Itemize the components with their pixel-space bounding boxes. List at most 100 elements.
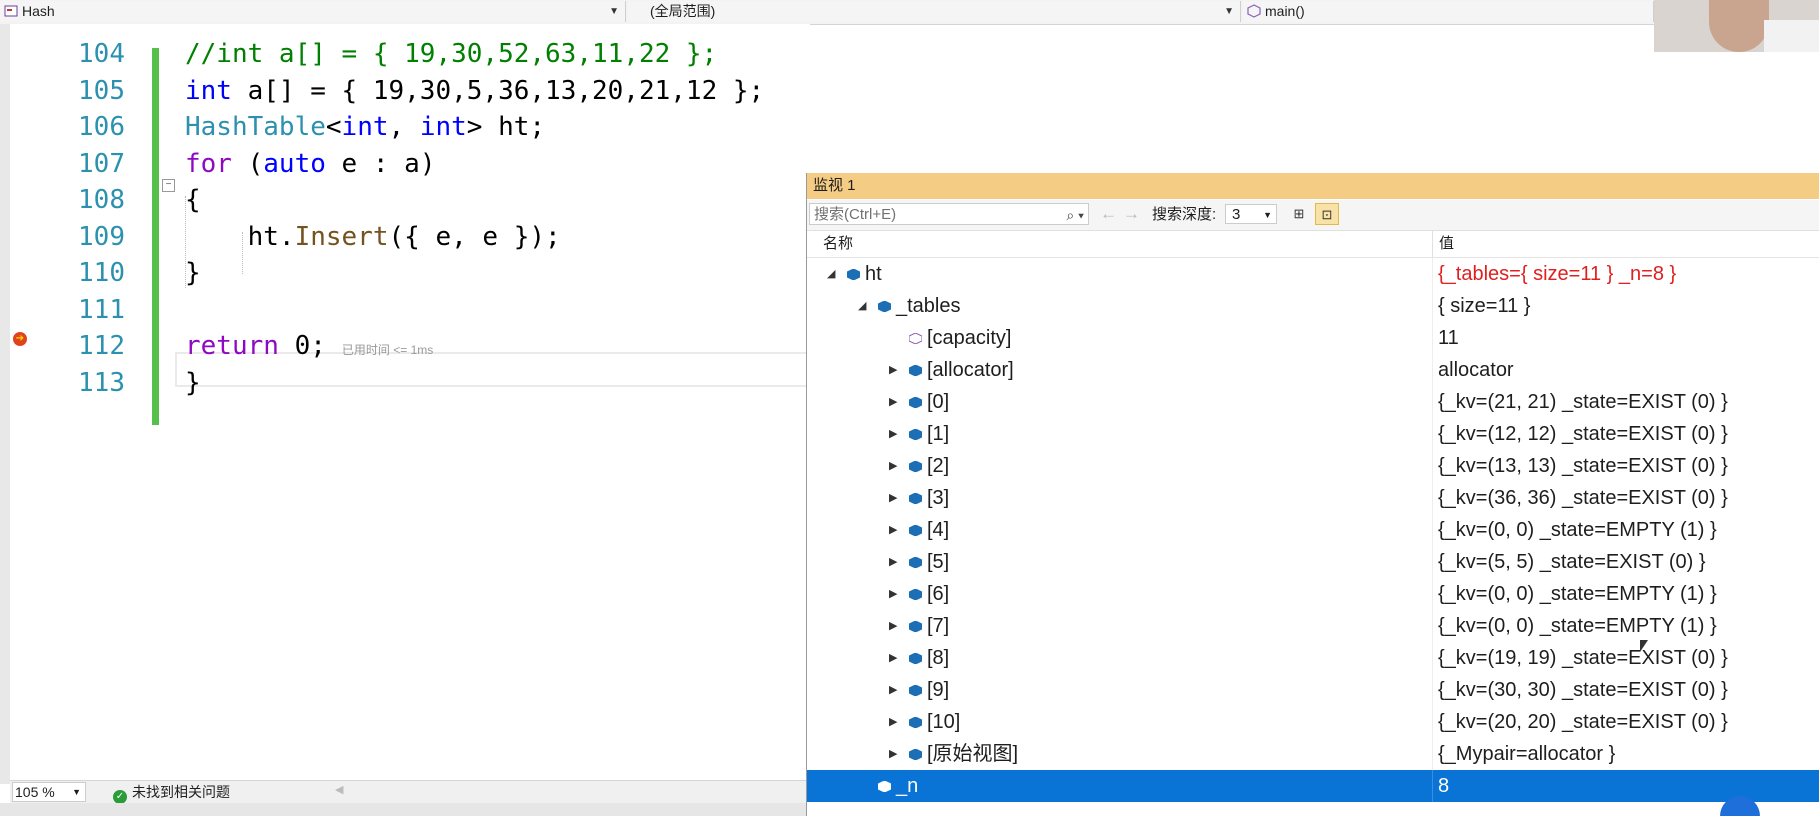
watch-variable-value[interactable]: { size=11 }: [1438, 290, 1530, 322]
watch-row[interactable]: ▶ [8] {_kv=(19, 19) _state=EXIST (0) }: [807, 642, 1819, 674]
expand-arrow-icon[interactable]: ▶: [889, 418, 897, 450]
expand-arrow-icon[interactable]: ▶: [889, 674, 897, 706]
watch-variable-value[interactable]: {_kv=(13, 13) _state=EXIST (0) }: [1438, 450, 1728, 482]
watch-variable-value[interactable]: {_Mypair=allocator }: [1438, 738, 1615, 770]
expand-arrow-icon[interactable]: ▶: [889, 482, 897, 514]
watch-variable-value[interactable]: {_kv=(19, 19) _state=EXIST (0) }: [1438, 642, 1728, 674]
code-line[interactable]: 107 for (auto e : a): [10, 146, 810, 182]
search-depth-label: 搜索深度:: [1152, 206, 1217, 223]
code-line[interactable]: 111: [10, 292, 810, 328]
expand-arrow-icon[interactable]: ▶: [889, 706, 897, 738]
collapse-arrow-icon[interactable]: ◢: [858, 290, 866, 322]
watch-variable-value[interactable]: {_kv=(0, 0) _state=EMPTY (1) }: [1438, 610, 1717, 642]
column-value-header[interactable]: 值: [1439, 231, 1454, 257]
watch-row[interactable]: ▶ [5] {_kv=(5, 5) _state=EXIST (0) }: [807, 546, 1819, 578]
expand-arrow-icon[interactable]: ▶: [889, 546, 897, 578]
watch-variable-name: [4]: [927, 519, 950, 541]
watch-row[interactable]: ▶ [7] {_kv=(0, 0) _state=EMPTY (1) }: [807, 610, 1819, 642]
expand-arrow-icon[interactable]: ▶: [889, 514, 897, 546]
watch-variable-value[interactable]: {_tables={ size=11 } _n=8 }: [1438, 258, 1676, 290]
variable-icon: [909, 749, 922, 760]
hex-display-icon[interactable]: ⊡: [1315, 203, 1339, 225]
scroll-left-icon[interactable]: ◀: [335, 783, 343, 796]
member-dropdown[interactable]: main(): [1243, 1, 1654, 22]
watch-row[interactable]: ▶ [9] {_kv=(30, 30) _state=EXIST (0) }: [807, 674, 1819, 706]
watch-variable-name: [allocator]: [927, 359, 1014, 381]
search-forward-icon[interactable]: →: [1123, 203, 1140, 225]
watch-variable-value[interactable]: {_kv=(12, 12) _state=EXIST (0) }: [1438, 418, 1728, 450]
watch-row[interactable]: ◢ ht {_tables={ size=11 } _n=8 }: [807, 258, 1819, 290]
code-line[interactable]: 104 //int a[] = { 19,30,52,63,11,22 };: [10, 36, 810, 72]
watch-row[interactable]: ▶ [10] {_kv=(20, 20) _state=EXIST (0) }: [807, 706, 1819, 738]
code-text: //int a[] = { 19,30,52,63,11,22 };: [185, 36, 717, 72]
breakpoint-current-icon[interactable]: ➔: [13, 332, 27, 346]
watch-variable-value[interactable]: {_kv=(0, 0) _state=EMPTY (1) }: [1438, 514, 1717, 546]
code-token: }: [185, 367, 201, 398]
code-line[interactable]: 109 ht.Insert({ e, e });: [10, 219, 810, 255]
watch-row[interactable]: ▶ [2] {_kv=(13, 13) _state=EXIST (0) }: [807, 450, 1819, 482]
watch-variable-value[interactable]: 8: [1438, 770, 1449, 802]
expand-arrow-icon[interactable]: ▶: [889, 450, 897, 482]
watch-row[interactable]: _n 8: [807, 770, 1819, 802]
variable-icon: [909, 493, 922, 504]
line-number: 111: [78, 294, 125, 325]
watch-variable-value[interactable]: {_kv=(0, 0) _state=EMPTY (1) }: [1438, 578, 1717, 610]
watch-row[interactable]: ◢ _tables { size=11 }: [807, 290, 1819, 322]
expand-arrow-icon[interactable]: ▶: [889, 738, 897, 770]
pin-icon[interactable]: ⊞: [1287, 203, 1311, 225]
code-editor[interactable]: − 104//int a[] = { 19,30,52,63,11,22 }; 1…: [10, 24, 815, 784]
expand-arrow-icon[interactable]: ▶: [889, 386, 897, 418]
watch-search-input[interactable]: 搜索(Ctrl+E) ⌕ ▾: [809, 203, 1089, 225]
expand-arrow-icon[interactable]: ▶: [889, 578, 897, 610]
collapse-arrow-icon[interactable]: ◢: [827, 258, 835, 290]
watch-row[interactable]: ▶ [allocator] allocator: [807, 354, 1819, 386]
watch-row[interactable]: ▶ [4] {_kv=(0, 0) _state=EMPTY (1) }: [807, 514, 1819, 546]
scope-label: (全局范围): [650, 3, 716, 19]
code-token: HashTable: [185, 112, 326, 142]
line-number: 113: [78, 367, 125, 398]
watch-row[interactable]: [capacity] 11: [807, 322, 1819, 354]
expand-arrow-icon[interactable]: ▶: [889, 642, 897, 674]
expand-arrow-icon[interactable]: ▶: [889, 354, 897, 386]
search-depth-dropdown[interactable]: 3 ▼: [1225, 204, 1277, 224]
watch-row[interactable]: ▶ [原始视图] {_Mypair=allocator }: [807, 738, 1819, 770]
zoom-value: 105 %: [15, 784, 55, 800]
issues-indicator[interactable]: ✓ 未找到相关问题: [113, 783, 230, 804]
expand-arrow-icon[interactable]: ▶: [889, 610, 897, 642]
search-back-icon[interactable]: ←: [1100, 203, 1117, 225]
code-line[interactable]: 106 HashTable<int, int> ht;: [10, 109, 810, 145]
scope-dropdown[interactable]: (全局范围) ▼: [628, 1, 1241, 22]
project-dropdown[interactable]: Hash ▼: [0, 1, 626, 22]
watch-column-header: 名称 值: [807, 231, 1819, 258]
watch-variable-name: [9]: [927, 679, 950, 701]
column-name-header[interactable]: 名称: [823, 231, 853, 257]
code-line[interactable]: 105 int a[] = { 19,30,5,36,13,20,21,12 };: [10, 73, 810, 109]
watch-row[interactable]: ▶ [0] {_kv=(21, 21) _state=EXIST (0) }: [807, 386, 1819, 418]
watch-variable-value[interactable]: allocator: [1438, 354, 1514, 386]
code-line[interactable]: 108 {: [10, 182, 810, 218]
watch-row[interactable]: ▶ [3] {_kv=(36, 36) _state=EXIST (0) }: [807, 482, 1819, 514]
code-line[interactable]: 113}: [10, 365, 810, 401]
watch-row[interactable]: ▶ [1] {_kv=(12, 12) _state=EXIST (0) }: [807, 418, 1819, 450]
code-token: auto: [263, 148, 326, 179]
watch-variable-name: [7]: [927, 615, 950, 637]
watch-variable-value[interactable]: {_kv=(20, 20) _state=EXIST (0) }: [1438, 706, 1728, 738]
watch-variable-value[interactable]: {_kv=(5, 5) _state=EXIST (0) }: [1438, 546, 1706, 578]
chevron-down-icon: ▼: [1263, 210, 1272, 220]
code-line[interactable]: 112 return 0; 已用时间 <= 1ms: [10, 328, 810, 364]
watch-row[interactable]: ▶ [6] {_kv=(0, 0) _state=EMPTY (1) }: [807, 578, 1819, 610]
watch-variable-value[interactable]: {_kv=(21, 21) _state=EXIST (0) }: [1438, 386, 1728, 418]
webcam-overlay: [1654, 0, 1819, 52]
watch-variable-value[interactable]: 11: [1438, 322, 1459, 354]
watch-variable-value[interactable]: {_kv=(36, 36) _state=EXIST (0) }: [1438, 482, 1728, 514]
watch-variable-name: [5]: [927, 551, 950, 573]
zoom-dropdown[interactable]: 105 % ▼: [12, 782, 86, 802]
code-token: (: [231, 148, 264, 179]
code-line[interactable]: 110}: [10, 255, 810, 291]
code-text: int a[] = { 19,30,5,36,13,20,21,12 };: [185, 73, 764, 109]
search-icon[interactable]: ⌕ ▾: [1066, 204, 1084, 226]
watch-variable-name: [10]: [927, 711, 961, 733]
watch-title-bar[interactable]: 监视 1: [807, 173, 1819, 199]
watch-variable-value[interactable]: {_kv=(30, 30) _state=EXIST (0) }: [1438, 674, 1728, 706]
webcam-person: [1709, 0, 1769, 52]
